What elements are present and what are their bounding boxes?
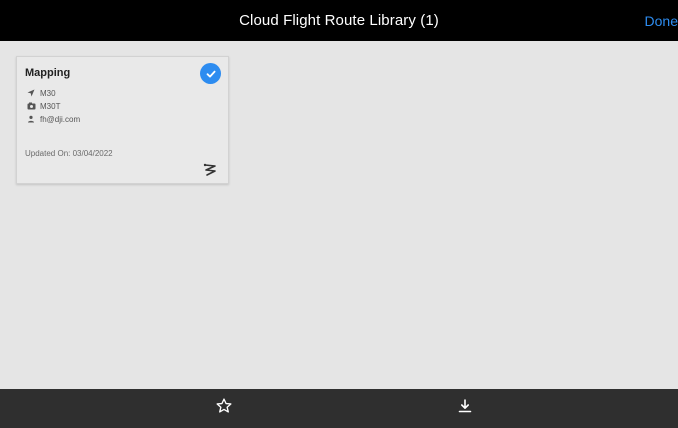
route-card[interactable]: Mapping M30 M30T fh@dji.com Updated On: … xyxy=(16,56,229,184)
page-title: Cloud Flight Route Library (1) xyxy=(239,12,439,29)
user-email: fh@dji.com xyxy=(40,114,81,124)
bottom-toolbar xyxy=(0,389,678,428)
download-icon xyxy=(457,398,473,419)
star-outline-icon xyxy=(215,397,233,420)
aircraft-row: M30 xyxy=(26,88,56,98)
header-bar: Cloud Flight Route Library (1) Done xyxy=(0,0,678,41)
favorite-button[interactable] xyxy=(214,397,234,420)
user-icon xyxy=(26,114,36,124)
route-library-content: Mapping M30 M30T fh@dji.com Updated On: … xyxy=(0,41,678,389)
done-button[interactable]: Done xyxy=(645,0,678,41)
payload-row: M30T xyxy=(26,101,60,111)
user-row: fh@dji.com xyxy=(26,114,80,124)
selected-check-icon[interactable] xyxy=(200,63,221,84)
navigation-arrow-icon xyxy=(26,88,36,98)
route-path-icon xyxy=(203,163,217,177)
download-button[interactable] xyxy=(455,398,475,418)
camera-icon xyxy=(26,101,36,111)
route-name: Mapping xyxy=(25,67,71,79)
aircraft-model: M30 xyxy=(40,88,56,98)
payload-model: M30T xyxy=(40,101,61,111)
updated-date: Updated On: 03/04/2022 xyxy=(25,149,113,158)
